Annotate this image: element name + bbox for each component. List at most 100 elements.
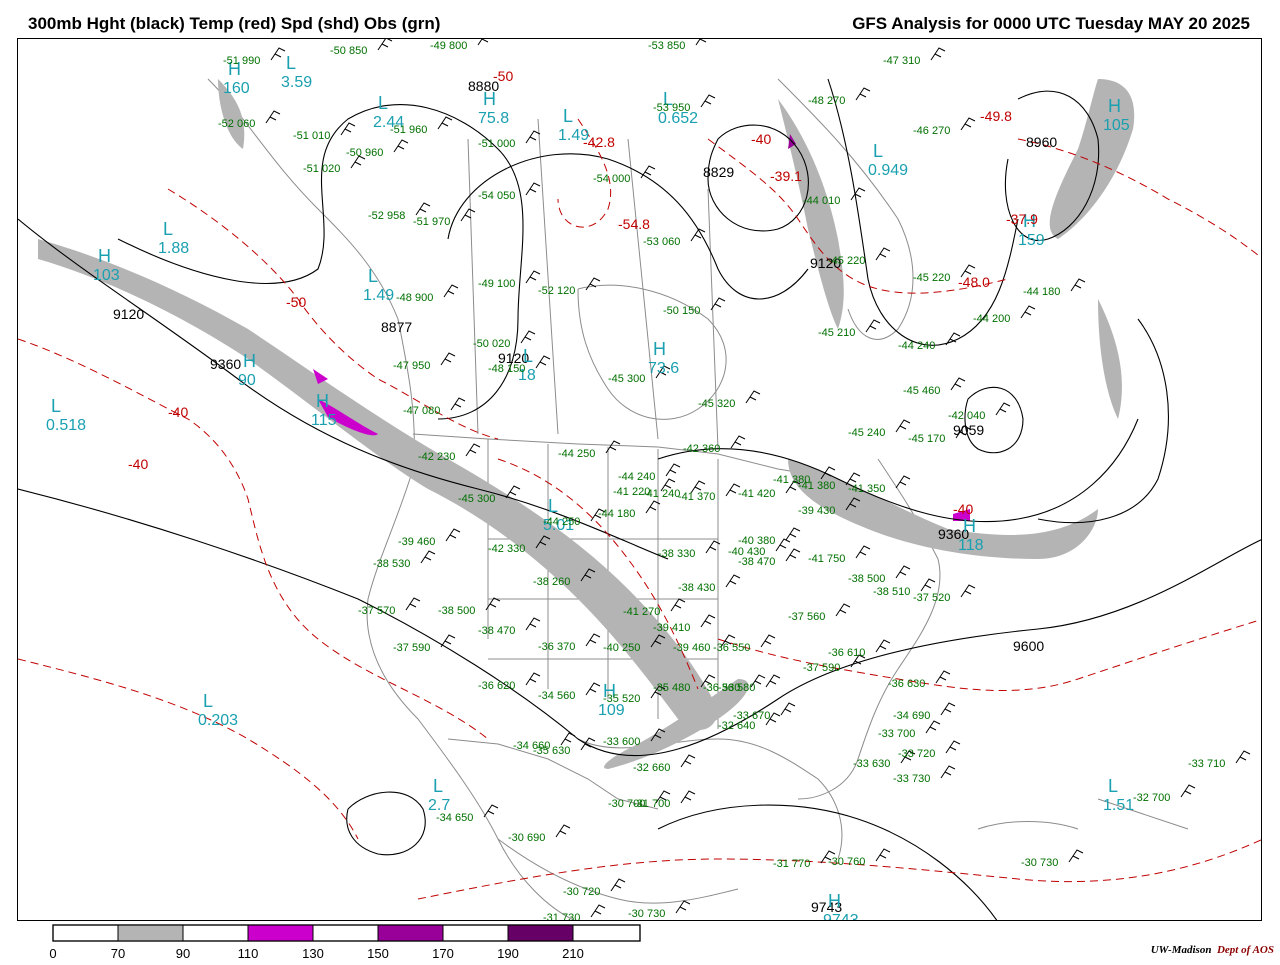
wind-barb (935, 670, 951, 684)
high-low-markers-layer: L3.59H160L2.44H75.8 L1.49L0.652L0.949H105… (46, 53, 1134, 921)
wind-barb (420, 550, 436, 564)
observation-label: -38 470 (478, 625, 515, 637)
observation-label: -36 370 (538, 641, 575, 653)
wind-barb (895, 419, 911, 433)
observation-label: -41 750 (808, 553, 845, 565)
observation-label: -45 170 (908, 433, 945, 445)
pressure-center-letter: H (653, 339, 666, 359)
legend-tick-label: 190 (497, 946, 519, 960)
temperature-label: -49.8 (980, 108, 1012, 124)
credit-line: UW-Madison Dept of AOS (1151, 944, 1274, 956)
observation-label: -37 520 (913, 592, 950, 604)
observation-label: -54 050 (478, 190, 515, 202)
observation-label: -38 500 (438, 605, 475, 617)
wind-barb (710, 297, 726, 311)
observation-label: -41 240 (643, 488, 680, 500)
observation-label: -53 060 (643, 236, 680, 248)
wind-barb (700, 94, 716, 108)
wind-barb (1020, 305, 1036, 319)
temperature-label: -40 (128, 456, 148, 472)
wind-barb (525, 182, 541, 196)
legend-tick-label: 170 (432, 946, 454, 960)
wind-barb (675, 900, 691, 914)
observation-label: -51 990 (223, 55, 260, 67)
wind-barb (940, 765, 956, 779)
wind-barb (920, 578, 936, 592)
wind-barb (765, 674, 781, 688)
wind-barb (437, 116, 453, 130)
wind-barb (585, 682, 601, 696)
pressure-center-value: 160 (223, 80, 250, 97)
pressure-center-value: 9743 (823, 912, 859, 921)
observation-label: -52 958 (368, 210, 405, 222)
observation-label: -49 100 (478, 278, 515, 290)
temperature-label: -50 (493, 68, 513, 84)
observation-label: -37 590 (393, 642, 430, 654)
legend-tick-label: 210 (562, 946, 584, 960)
observation-label: -47 080 (403, 405, 440, 417)
temperature-label: -40 (953, 501, 973, 517)
observation-label: -44 250 (543, 516, 580, 528)
legend-tick-label: 90 (176, 946, 190, 960)
wind-barb (560, 732, 576, 746)
wind-barb (483, 804, 499, 818)
credit-org: UW-Madison (1150, 944, 1212, 956)
pressure-center-value: 1.49 (363, 287, 394, 304)
observation-label: -38 510 (873, 586, 910, 598)
wind-barb (960, 584, 976, 598)
observation-label: -49 800 (430, 40, 467, 52)
wind-barb (535, 355, 551, 369)
pressure-center-letter: L (433, 776, 443, 796)
legend-swatch-110-130 (248, 925, 313, 941)
pressure-center-letter: L (378, 93, 388, 113)
observation-label: -47 950 (393, 360, 430, 372)
wind-barb (450, 397, 466, 411)
pressure-center-letter: L (1108, 776, 1118, 796)
observation-label: -34 560 (538, 690, 575, 702)
pressure-center-letter: H (243, 351, 256, 371)
legend-swatch-70-90 (118, 925, 183, 941)
observation-label: -30 760 (828, 856, 865, 868)
wind-barb (785, 548, 801, 562)
height-label: 8877 (381, 319, 412, 335)
wind-barb (445, 528, 461, 542)
pressure-center-value: 0.518 (46, 417, 86, 434)
observation-label: -50 960 (346, 147, 383, 159)
observation-label: -33 670 (733, 710, 770, 722)
wind-barb (690, 228, 706, 242)
temperature-label: -54.8 (618, 216, 650, 232)
wind-barb (377, 39, 393, 51)
pressure-center-letter: L (203, 691, 213, 711)
observation-label: -50 150 (663, 305, 700, 317)
wind-barb (745, 390, 761, 404)
wind-barb (525, 617, 541, 631)
observation-label: -45 300 (608, 373, 645, 385)
wind-barb (930, 47, 946, 61)
observation-label: -45 220 (913, 272, 950, 284)
observation-label: -38 470 (738, 556, 775, 568)
wind-barb (415, 202, 431, 216)
pressure-center-letter: L (563, 106, 573, 126)
chart-title-left: 300mb Hght (black) Temp (red) Spd (shd) … (28, 14, 441, 33)
speed-legend-bar: 0 70 90 110 130 150 170 190 210 (49, 924, 641, 961)
speed-legend: 0 70 90 110 130 150 170 190 210 (0, 920, 700, 961)
observation-label: -44 250 (558, 448, 595, 460)
observation-label: -44 200 (973, 313, 1010, 325)
temp-contour-minus35 (717, 619, 1261, 692)
observation-label: -51 970 (413, 216, 450, 228)
observation-label: -42 040 (948, 410, 985, 422)
legend-tick-label: 0 (49, 946, 56, 960)
pressure-center-value: 105 (1103, 117, 1130, 134)
pressure-center-letter: L (548, 496, 558, 516)
height-label: 8829 (703, 164, 734, 180)
jet-streak-atlantic (1049, 79, 1135, 239)
wind-barb (670, 598, 686, 612)
wind-barb (393, 139, 409, 153)
observation-label: -52 120 (538, 285, 575, 297)
observation-label: -37 560 (788, 611, 825, 623)
wind-barb (925, 720, 941, 734)
wind-barb (895, 565, 911, 579)
observation-label: -41 270 (623, 606, 660, 618)
wind-barb (265, 110, 281, 124)
temp-contour-south-pacific (18, 658, 359, 840)
